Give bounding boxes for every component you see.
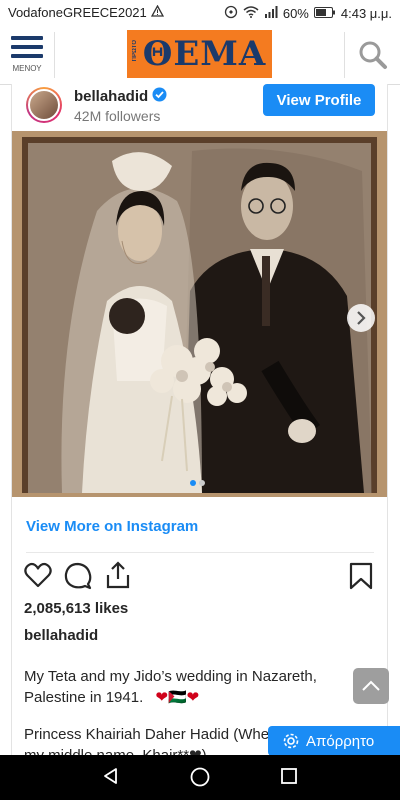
- carousel-dot-active: [190, 480, 196, 486]
- chevron-up-icon: [362, 680, 380, 691]
- caption-username[interactable]: bellahadid: [24, 627, 98, 644]
- comment-icon: [64, 562, 92, 590]
- scroll-to-top-button[interactable]: [353, 668, 389, 704]
- share-icon: [106, 561, 130, 589]
- home-circle-icon: [190, 767, 210, 787]
- system-nav-bar: [0, 755, 400, 800]
- logo-text: ΘΕΜΑ: [142, 34, 267, 74]
- like-button[interactable]: [24, 562, 52, 593]
- avatar-image: [28, 89, 60, 121]
- hamburger-icon-bar: [11, 54, 43, 58]
- divider: [26, 552, 374, 553]
- search-icon: [359, 41, 387, 69]
- bookmark-icon: [349, 562, 373, 590]
- carousel-next-button[interactable]: [347, 304, 375, 332]
- warning-icon: [150, 4, 164, 20]
- hamburger-icon-bar: [11, 45, 43, 49]
- caption-emoji: ❤🇵🇸❤: [155, 689, 200, 706]
- carousel-dot: [199, 480, 205, 486]
- site-header: ΜΕΝΟΥ ΠΡΩΤΟ ΘΕΜΑ: [0, 26, 400, 85]
- battery-icon: [313, 6, 336, 21]
- caption-text: My Teta and my Jido’s wedding in Nazaret…: [24, 666, 364, 708]
- instagram-embed: bellahadid 42M followers View Profile Vi…: [11, 84, 388, 764]
- avatar[interactable]: [26, 87, 62, 123]
- view-profile-button[interactable]: View Profile: [263, 84, 375, 116]
- vibrate-icon: [224, 5, 238, 22]
- back-triangle-icon: [104, 768, 117, 784]
- view-more-link[interactable]: View More on Instagram: [26, 518, 198, 535]
- logo-small-text: ΠΡΩΤΟ: [132, 40, 138, 62]
- wedding-photo-image: [12, 131, 387, 497]
- post-photo[interactable]: [12, 131, 387, 497]
- privacy-button[interactable]: Απόρρητο: [268, 726, 400, 756]
- menu-label: ΜΕΝΟΥ: [12, 64, 42, 73]
- search-button[interactable]: [358, 40, 388, 75]
- profile-header: bellahadid 42M followers: [26, 86, 167, 124]
- like-count: 2,085,613 likes: [24, 600, 129, 617]
- back-button[interactable]: [101, 766, 121, 791]
- clock: 4:43 μ.μ.: [340, 6, 392, 21]
- comment-button[interactable]: [64, 562, 92, 595]
- heart-icon: [24, 562, 52, 588]
- hamburger-icon: [11, 36, 43, 40]
- site-logo[interactable]: ΠΡΩΤΟ ΘΕΜΑ: [127, 30, 272, 78]
- status-bar: VodafoneGREECE2021 60% 4:43 μ.μ.: [0, 0, 400, 26]
- post-actions: [22, 560, 377, 595]
- header-divider: [54, 32, 55, 78]
- header-divider: [344, 32, 345, 78]
- verified-icon: [152, 87, 167, 106]
- gear-icon: [283, 733, 299, 749]
- carousel-indicator: [190, 480, 205, 486]
- recents-button[interactable]: [279, 766, 299, 791]
- home-button[interactable]: [189, 766, 211, 793]
- carrier-name: VodafoneGREECE2021: [8, 5, 147, 20]
- share-button[interactable]: [104, 560, 132, 595]
- menu-button[interactable]: ΜΕΝΟΥ: [8, 36, 46, 76]
- chevron-right-icon: [357, 311, 366, 325]
- recents-square-icon: [281, 768, 297, 784]
- wifi-icon: [243, 6, 259, 21]
- save-button[interactable]: [349, 562, 373, 595]
- privacy-label: Απόρρητο: [306, 732, 375, 750]
- follower-count: 42M followers: [74, 107, 161, 124]
- profile-username[interactable]: bellahadid: [74, 88, 148, 105]
- battery-percent: 60%: [282, 6, 309, 21]
- signal-icon: [264, 6, 278, 21]
